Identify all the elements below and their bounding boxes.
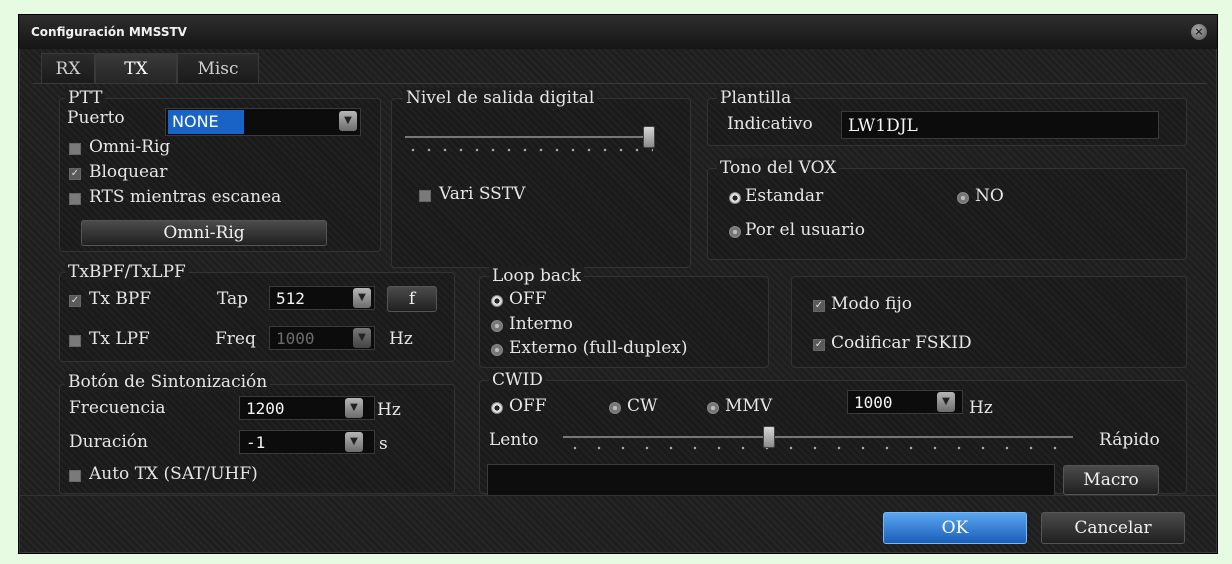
txbpf-label: Tx BPF xyxy=(89,289,152,309)
filter-title: TxBPF/TxLPF xyxy=(65,262,189,282)
tune-title: Botón de Sintonización xyxy=(65,372,271,392)
cwid-cw-label: CW xyxy=(627,396,658,416)
ptt-title: PTT xyxy=(65,88,106,108)
fskid-checkbox[interactable]: ✓ xyxy=(813,339,825,351)
fixed-mode-label: Modo fijo xyxy=(831,294,913,314)
vox-title: Tono del VOX xyxy=(717,158,840,178)
title-bar: Configuración MMSSTV × xyxy=(19,15,1217,49)
loopback-off-label: OFF xyxy=(509,289,547,309)
vox-user-radio[interactable] xyxy=(729,226,741,238)
tab-tx[interactable]: TX xyxy=(95,53,177,84)
chevron-down-icon[interactable]: ▼ xyxy=(339,111,357,131)
tune-duration-unit: s xyxy=(379,434,388,454)
window-title: Configuración MMSSTV xyxy=(31,25,187,39)
auto-tx-label: Auto TX (SAT/UHF) xyxy=(89,464,258,484)
cwid-off-label: OFF xyxy=(509,396,547,416)
callsign-label: Indicativo xyxy=(727,114,813,134)
omni-rig-checkbox[interactable] xyxy=(69,143,81,155)
rts-checkbox[interactable] xyxy=(69,193,81,205)
button-bar: OK Cancelar xyxy=(19,495,1217,554)
close-icon[interactable]: × xyxy=(1191,24,1207,40)
digital-output-title: Nivel de salida digital xyxy=(403,88,598,108)
tx-panel: PTT Puerto NONE ▼ Omni-Rig ✓ Bloquear RT… xyxy=(33,83,1207,496)
cwid-fast-label: Rápido xyxy=(1099,430,1160,450)
macro-button[interactable]: Macro xyxy=(1063,465,1159,495)
digital-slider-track[interactable] xyxy=(405,136,653,138)
callsign-input[interactable]: LW1DJL xyxy=(841,111,1159,139)
fskid-label: Codificar FSKID xyxy=(831,333,972,353)
tune-freq-label: Frecuencia xyxy=(69,398,166,418)
cwid-mmv-label: MMV xyxy=(725,396,773,416)
loopback-external-label: Externo (full-duplex) xyxy=(509,338,688,358)
digital-slider-thumb[interactable] xyxy=(643,126,655,148)
digital-output-group xyxy=(391,98,691,268)
tune-freq-unit: Hz xyxy=(377,400,401,420)
cwid-mmv-radio[interactable] xyxy=(707,402,719,414)
loopback-internal-radio[interactable] xyxy=(491,320,503,332)
settings-dialog: Configuración MMSSTV × RX TX Misc PTT Pu… xyxy=(18,14,1218,554)
auto-tx-checkbox[interactable] xyxy=(69,470,81,482)
cwid-title: CWID xyxy=(489,370,546,390)
txlpf-checkbox[interactable] xyxy=(69,335,81,347)
cwid-speed-thumb[interactable] xyxy=(763,426,775,448)
loopback-title: Loop back xyxy=(489,266,584,286)
chevron-down-icon[interactable]: ▼ xyxy=(345,432,363,452)
vari-sstv-label: Vari SSTV xyxy=(439,184,526,204)
ok-button[interactable]: OK xyxy=(883,512,1027,544)
omni-rig-label: Omni-Rig xyxy=(89,137,171,157)
loopback-internal-label: Interno xyxy=(509,314,573,334)
loopback-off-radio[interactable] xyxy=(491,295,503,307)
lock-label: Bloquear xyxy=(89,162,168,182)
port-value: NONE xyxy=(168,110,244,134)
vox-no-radio[interactable] xyxy=(957,192,969,204)
cwid-freq-unit: Hz xyxy=(969,398,993,418)
cwid-speed-ticks xyxy=(563,446,1073,450)
loopback-external-radio[interactable] xyxy=(491,344,503,356)
txbpf-checkbox[interactable]: ✓ xyxy=(69,295,81,307)
freq-label: Freq xyxy=(215,329,256,349)
cwid-speed-track[interactable] xyxy=(563,436,1073,438)
rts-label: RTS mientras escanea xyxy=(89,187,282,207)
vox-standard-label: Estandar xyxy=(745,186,824,206)
cwid-slow-label: Lento xyxy=(489,430,539,450)
omni-rig-button[interactable]: Omni-Rig xyxy=(81,220,327,246)
cwid-off-radio[interactable] xyxy=(491,402,503,414)
filter-f-button[interactable]: f xyxy=(387,286,437,312)
tab-misc[interactable]: Misc xyxy=(177,53,259,84)
template-title: Plantilla xyxy=(717,88,795,108)
vox-standard-radio[interactable] xyxy=(729,192,741,204)
cancel-button[interactable]: Cancelar xyxy=(1041,512,1185,544)
chevron-down-icon[interactable]: ▼ xyxy=(353,328,371,348)
cwid-text-input[interactable] xyxy=(487,464,1055,496)
vari-sstv-checkbox[interactable] xyxy=(419,190,431,202)
txlpf-label: Tx LPF xyxy=(89,329,150,349)
port-select[interactable]: NONE ▼ xyxy=(165,108,361,136)
vox-group xyxy=(707,168,1187,260)
digital-slider-ticks xyxy=(405,148,653,152)
chevron-down-icon[interactable]: ▼ xyxy=(353,288,371,308)
fixed-mode-checkbox[interactable]: ✓ xyxy=(813,300,825,312)
vox-no-label: NO xyxy=(975,186,1004,206)
lock-checkbox[interactable]: ✓ xyxy=(69,168,81,180)
mode-group xyxy=(791,276,1187,368)
tap-label: Tap xyxy=(217,289,249,309)
port-label: Puerto xyxy=(67,108,125,128)
chevron-down-icon[interactable]: ▼ xyxy=(345,398,363,418)
tab-rx[interactable]: RX xyxy=(41,53,95,84)
lpf-hz-unit: Hz xyxy=(389,329,413,349)
vox-user-label: Por el usuario xyxy=(745,220,865,240)
tune-duration-label: Duración xyxy=(69,432,148,452)
chevron-down-icon[interactable]: ▼ xyxy=(937,392,955,412)
cwid-cw-radio[interactable] xyxy=(609,402,621,414)
